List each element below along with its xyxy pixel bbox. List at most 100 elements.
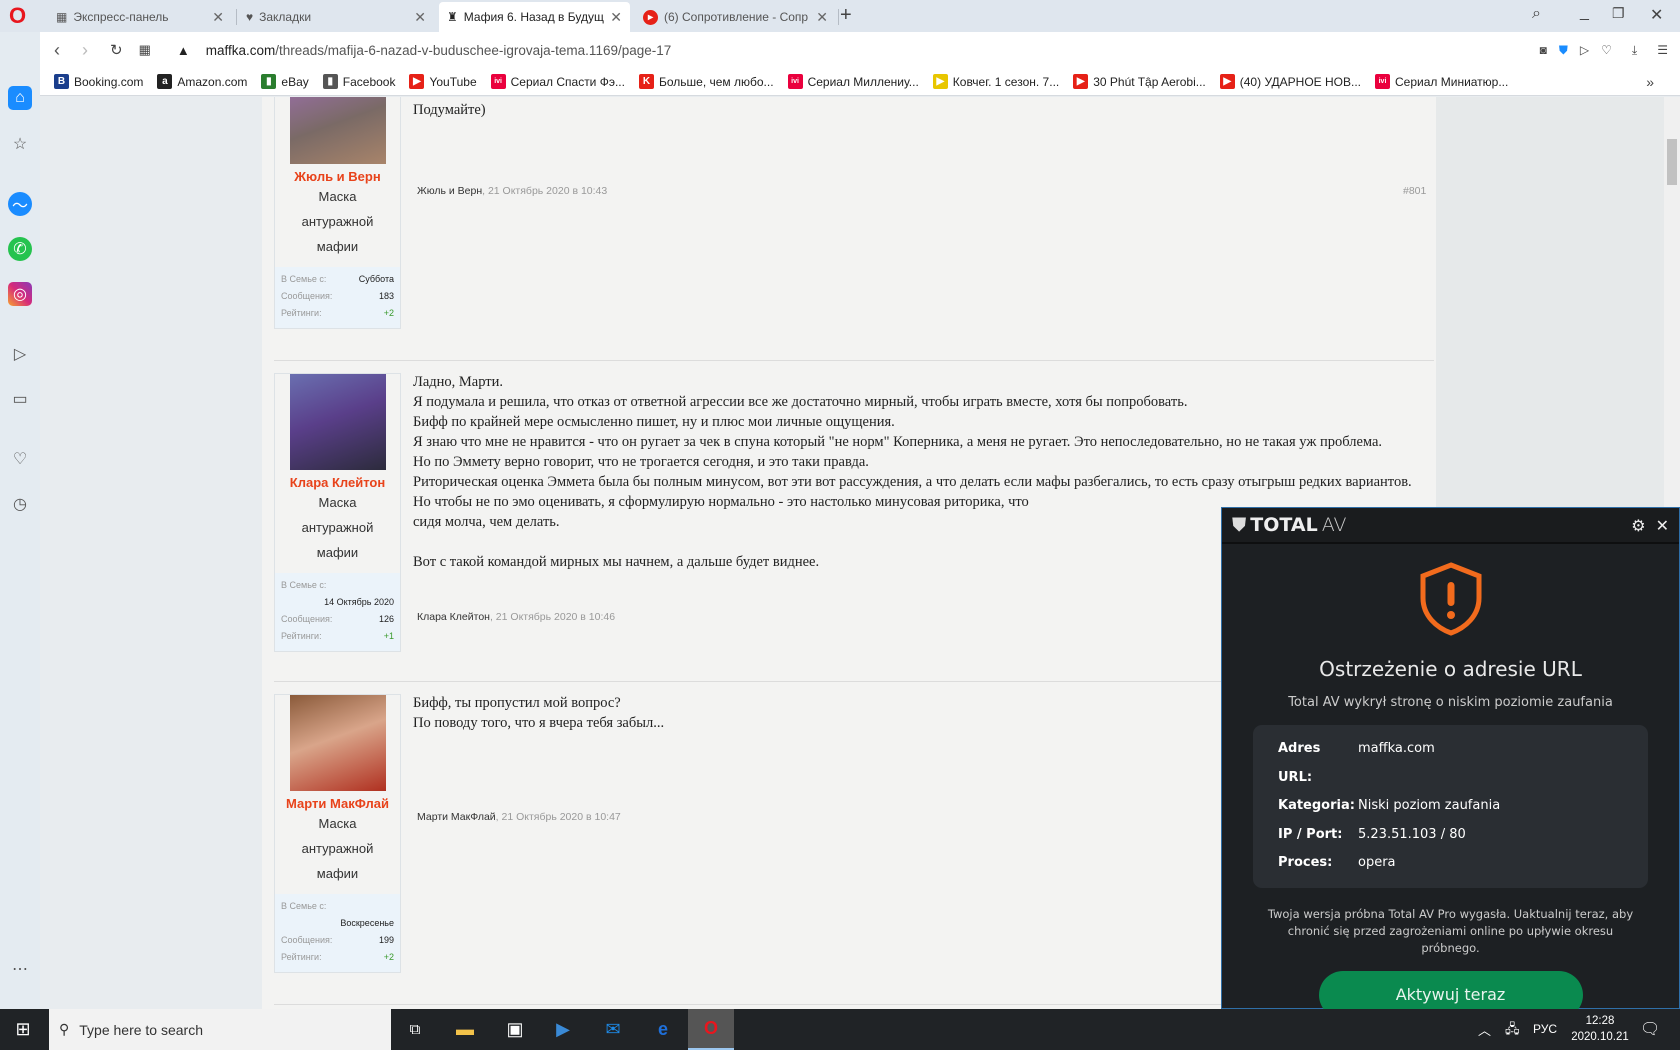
post-author-link[interactable]: Марти МакФлай [417, 811, 496, 823]
bookmark-favicon-icon: a [157, 74, 173, 89]
file-explorer-icon[interactable]: ▬ [442, 1009, 488, 1050]
close-icon[interactable]: ✕ [212, 9, 224, 26]
stat-joined: В Семье с: [281, 577, 394, 594]
store-icon[interactable]: ▣ [492, 1009, 538, 1050]
heart-icon[interactable]: ♡ [1601, 43, 1612, 57]
bookmark-item[interactable]: ▶ 30 Phút Tập Aerobi... [1073, 74, 1206, 89]
messenger-icon[interactable]: 〜 [8, 192, 32, 216]
opera-taskbar-icon[interactable]: O [688, 1009, 734, 1050]
bookmark-label: eBay [281, 74, 309, 89]
send-icon[interactable]: ▷ [1580, 43, 1589, 57]
stat-joined: В Семье с: Суббота [281, 271, 394, 288]
close-icon[interactable]: ✕ [1656, 516, 1669, 535]
user-title: Маска [318, 189, 357, 204]
reload-button[interactable]: ↻ [110, 41, 123, 59]
language-indicator[interactable]: РУС [1533, 1022, 1557, 1036]
forward-button[interactable]: › [82, 40, 88, 61]
bookmark-label: Amazon.com [177, 74, 248, 89]
user-title: антуражной [301, 214, 374, 229]
search-box[interactable]: ⚲ Type here to search [49, 1009, 391, 1050]
download-icon[interactable]: ⤓ [1632, 43, 1637, 58]
post-author-link[interactable]: Клара Клейтон [417, 611, 490, 623]
scrollbar-thumb[interactable] [1667, 139, 1677, 185]
bookmark-item[interactable]: ivi Сериал Миниатюр... [1375, 74, 1508, 89]
bookmark-item[interactable]: ▮ Facebook [322, 74, 395, 89]
bookmark-favicon-icon: ▮ [322, 74, 338, 89]
post-date-link[interactable]: , 21 Октябрь 2020 в 10:47 [496, 811, 621, 823]
gear-icon[interactable]: ⚙ [1631, 516, 1645, 535]
heart-icon[interactable]: ♡ [8, 447, 32, 471]
edge-icon[interactable]: e [640, 1009, 686, 1050]
taskbar: ⊞ ⚲ Type here to search ⧉ ▬ ▣ ▶ ✉ e O ︿ 🖧… [0, 1009, 1680, 1050]
bookmark-item[interactable]: ▶ YouTube [409, 74, 477, 89]
tab-resistance[interactable]: ▸ (6) Сопротивление - Сопр ✕ [635, 2, 836, 32]
post-date-link[interactable]: , 21 Октябрь 2020 в 10:43 [482, 185, 607, 197]
close-icon[interactable]: ✕ [816, 9, 828, 26]
bookmark-favicon-icon: ivi [787, 74, 803, 89]
minimize-button[interactable]: _ [1580, 4, 1589, 22]
opera-menu-icon[interactable]: O [9, 5, 26, 27]
window-close-button[interactable]: ✕ [1650, 5, 1663, 25]
warning-icon[interactable]: ▲ [177, 43, 190, 58]
bookmark-label: Сериал Миниатюр... [1395, 74, 1509, 89]
close-icon[interactable]: ✕ [610, 9, 622, 26]
notifications-icon[interactable]: 🗨 [1640, 1019, 1660, 1039]
bookmark-item[interactable]: ▶ Ковчег. 1 сезон. 7... [932, 74, 1059, 89]
bookmarks-more-button[interactable]: » [1646, 74, 1654, 90]
user-title: Маска [318, 495, 357, 510]
bookmark-item[interactable]: ivi Сериал Миллениу... [787, 74, 919, 89]
back-button[interactable]: ‹ [54, 40, 60, 61]
avatar[interactable] [289, 374, 386, 470]
wallet-icon[interactable]: ▭ [8, 387, 32, 411]
stat-value: 126 [378, 614, 394, 624]
tray-chevron-icon[interactable]: ︿ [1478, 1020, 1491, 1039]
totalav-popup: ⛊ TOTAL AV ⚙ ✕ Ostrzeżenie o adresie URL T… [1221, 507, 1680, 1019]
tab-express-panel[interactable]: ▦ Экспресс-панель ✕ [48, 2, 232, 32]
user-stats: В Семье с: 14 Октябрь 2020 Сообщения: 126 Ре… [275, 573, 400, 651]
maximize-button[interactable]: ❐ [1612, 5, 1625, 22]
user-info-box: Жюль и Верн Маска антуражной мафии В Семье с… [274, 97, 401, 329]
url-field[interactable]: maffka.com/threads/mafija-6-nazad-v-budu… [206, 43, 1540, 58]
grid-icon: ▦ [56, 10, 68, 24]
user-stats: В Семье с: Суббота Сообщения: 183 Рейтинги: +… [275, 267, 400, 328]
home-icon[interactable]: ⌂ [8, 86, 32, 110]
close-icon[interactable]: ✕ [414, 9, 426, 26]
stat-joined: В Семье с: [281, 898, 394, 915]
username-link[interactable]: Клара Клейтон [275, 475, 400, 490]
stat-label: Рейтинги: [281, 308, 322, 318]
send-icon[interactable]: ▷ [8, 342, 32, 366]
new-tab-button[interactable]: + [840, 4, 852, 27]
avatar[interactable] [289, 695, 386, 791]
post-number-link[interactable]: #801 [1403, 185, 1426, 197]
post-author-link[interactable]: Жюль и Верн [417, 185, 482, 197]
task-view-icon[interactable]: ⧉ [392, 1009, 438, 1050]
tab-mafia[interactable]: ♜ Мафия 6. Назад в Будущее ✕ [439, 2, 630, 32]
shield-logo-icon: ⛊ [1232, 514, 1247, 536]
bookmark-item[interactable]: ▮ eBay [261, 74, 309, 89]
bookmark-item[interactable]: a Amazon.com [157, 74, 247, 89]
network-icon[interactable]: 🖧 [1505, 1020, 1520, 1042]
whatsapp-icon[interactable]: ✆ [8, 237, 32, 261]
more-icon[interactable]: ⋯ [8, 957, 32, 981]
tabs-grid-icon[interactable]: ▦ [139, 42, 151, 58]
bookmark-favicon-icon: ▶ [1073, 74, 1089, 89]
username-link[interactable]: Марти МакФлай [275, 796, 400, 811]
bookmark-item[interactable]: B Booking.com [54, 74, 143, 89]
settings-sliders-icon[interactable]: ☰ [1657, 43, 1668, 57]
media-player-icon[interactable]: ▶ [540, 1009, 586, 1050]
camera-icon[interactable]: ◙ [1540, 43, 1547, 57]
search-tabs-icon[interactable]: ⌕ [1532, 5, 1541, 23]
instagram-icon[interactable]: ◎ [8, 282, 32, 306]
username-link[interactable]: Жюль и Верн [275, 169, 400, 184]
vpn-shield-icon[interactable]: ⛊ [1559, 43, 1568, 58]
mail-icon[interactable]: ✉ [590, 1009, 636, 1050]
bookmark-item[interactable]: ▶ (40) УДАРНОЕ НОВ... [1219, 74, 1361, 89]
history-clock-icon[interactable]: ◷ [8, 492, 32, 516]
post-date-link[interactable]: , 21 Октябрь 2020 в 10:46 [490, 611, 615, 623]
clock[interactable]: 12:28 2020.10.21 [1565, 1013, 1635, 1045]
bookmark-item[interactable]: K Больше, чем любо... [638, 74, 774, 89]
bookmark-item[interactable]: ivi Сериал Спасти Фэ... [490, 74, 625, 89]
tab-bookmarks[interactable]: ♥ Закладки ✕ [238, 2, 434, 32]
windows-start-icon[interactable]: ⊞ [0, 1009, 46, 1050]
star-icon[interactable]: ☆ [8, 132, 32, 156]
